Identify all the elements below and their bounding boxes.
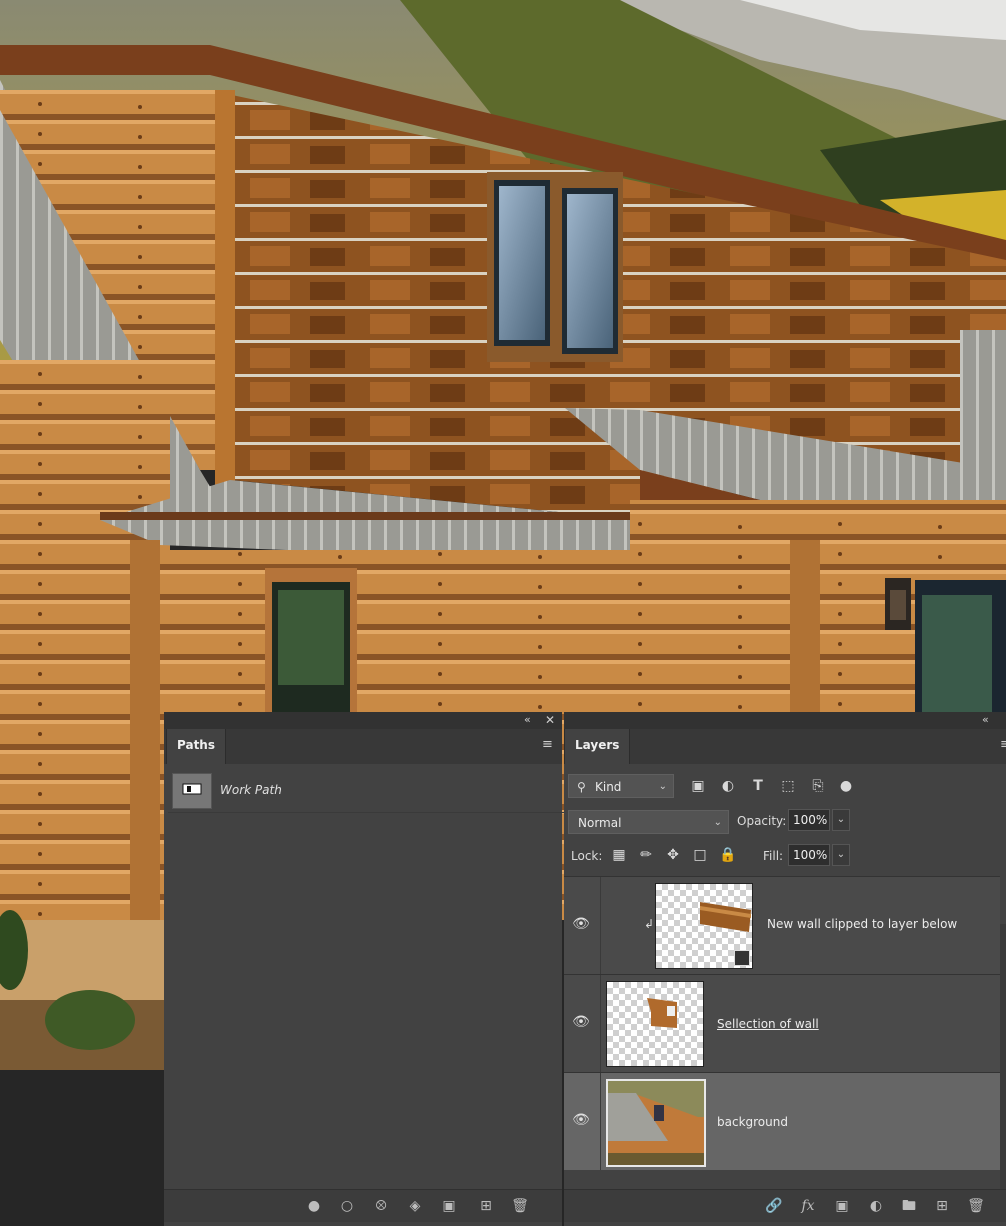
folder-icon[interactable]: 🖿 (899, 1196, 919, 1216)
scrollbar[interactable] (1000, 924, 1006, 1220)
type-filter-icon[interactable]: T (748, 776, 768, 796)
make-work-path-icon[interactable]: ◈ (405, 1196, 425, 1216)
layer-name[interactable]: background (717, 1115, 788, 1129)
adjustment-filter-icon[interactable]: ◐ (718, 776, 738, 796)
stroke-path-icon[interactable]: ○ (337, 1196, 357, 1216)
chevron-down-icon: ⌄ (658, 781, 667, 792)
opacity-label: Opacity: (737, 814, 787, 828)
opacity-dropdown[interactable]: ⌄ (832, 809, 850, 831)
layer-thumbnail (655, 883, 753, 969)
tab-paths[interactable]: Paths (166, 729, 226, 764)
clipping-arrow-icon: ↲ (644, 917, 655, 931)
hamburger-menu-icon[interactable]: ≡ (542, 737, 553, 752)
trash-icon[interactable]: 🗑 (966, 1196, 986, 1216)
mask-icon[interactable]: ▣ (832, 1196, 852, 1216)
layers-panel-footer: 🔗 fx ▣ ◐ 🖿 ⊞ 🗑 (564, 1189, 1006, 1222)
fill-label: Fill: (763, 849, 784, 863)
eye-icon[interactable]: 👁 (572, 917, 590, 931)
chevron-down-icon: ⌄ (713, 817, 722, 828)
lock-move-icon[interactable]: ✥ (663, 845, 683, 865)
shape-filter-icon[interactable]: ⬚ (778, 776, 798, 796)
load-selection-icon[interactable]: ⮾ (371, 1196, 391, 1216)
fill-field[interactable]: 100% (788, 844, 830, 866)
eye-icon[interactable]: 👁 (572, 1015, 590, 1029)
lock-all-icon[interactable]: 🔒 (718, 845, 738, 865)
close-icon[interactable]: ✕ (545, 713, 555, 727)
workspace-background (0, 1070, 164, 1226)
search-icon: ⚲ (577, 780, 586, 794)
fx-icon[interactable]: fx (798, 1196, 818, 1216)
smart-object-icon (734, 950, 750, 966)
hamburger-menu-icon[interactable]: ≡ (1000, 737, 1006, 752)
double-chevron-left-icon[interactable]: « (982, 713, 989, 726)
path-thumbnail (172, 773, 212, 809)
path-name: Work Path (220, 783, 282, 797)
blend-mode-select[interactable]: Normal ⌄ (568, 810, 729, 834)
link-icon[interactable]: 🔗 (764, 1196, 784, 1216)
toggle-filter-icon[interactable]: ● (836, 776, 856, 796)
panel-title-bar[interactable]: « (564, 712, 1006, 729)
fill-path-icon[interactable]: ● (304, 1196, 324, 1216)
layer-row[interactable]: 👁 Sellection of wall (564, 974, 1000, 1072)
lock-transparent-icon[interactable]: ▦ (609, 845, 629, 865)
double-chevron-left-icon[interactable]: « (524, 713, 531, 726)
lock-paint-icon[interactable]: ✏ (636, 845, 656, 865)
fill-dropdown[interactable]: ⌄ (832, 844, 850, 866)
layer-name[interactable]: Sellection of wall (717, 1017, 819, 1031)
opacity-field[interactable]: 100% (788, 809, 830, 831)
panel-title-bar[interactable]: « ✕ (164, 712, 562, 729)
layer-row[interactable]: 👁 ↲ New wall clipped to layer below (564, 876, 1000, 974)
layer-thumbnail (606, 1079, 706, 1167)
trash-icon[interactable]: 🗑 (510, 1196, 530, 1216)
tab-layers[interactable]: Layers (564, 729, 631, 764)
layer-name[interactable]: New wall clipped to layer below (767, 917, 957, 931)
image-filter-icon[interactable]: ▣ (688, 776, 708, 796)
new-path-icon[interactable]: ⊞ (476, 1196, 496, 1216)
lock-artboard-icon[interactable]: □ (690, 845, 710, 865)
new-layer-icon[interactable]: ⊞ (932, 1196, 952, 1216)
add-mask-icon[interactable]: ▣ (439, 1196, 459, 1216)
layers-panel: « Layers ≡ ⚲ Kind ⌄ ▣ ◐ T ⬚ ⎘ ● Normal ⌄… (564, 712, 1006, 1226)
smart-object-filter-icon[interactable]: ⎘ (808, 776, 828, 796)
eye-icon[interactable]: 👁 (572, 1113, 590, 1127)
kind-filter-select[interactable]: ⚲ Kind ⌄ (568, 774, 674, 798)
adjustment-icon[interactable]: ◐ (866, 1196, 886, 1216)
layer-thumbnail (606, 981, 704, 1067)
layer-row[interactable]: 👁 background (564, 1072, 1000, 1170)
paths-panel-footer: ● ○ ⮾ ◈ ▣ ⊞ 🗑 (164, 1189, 562, 1222)
lock-label: Lock: (571, 849, 603, 863)
paths-panel: « ✕ Paths ≡ Work Path ● ○ ⮾ ◈ ▣ ⊞ 🗑 (164, 712, 720, 1226)
